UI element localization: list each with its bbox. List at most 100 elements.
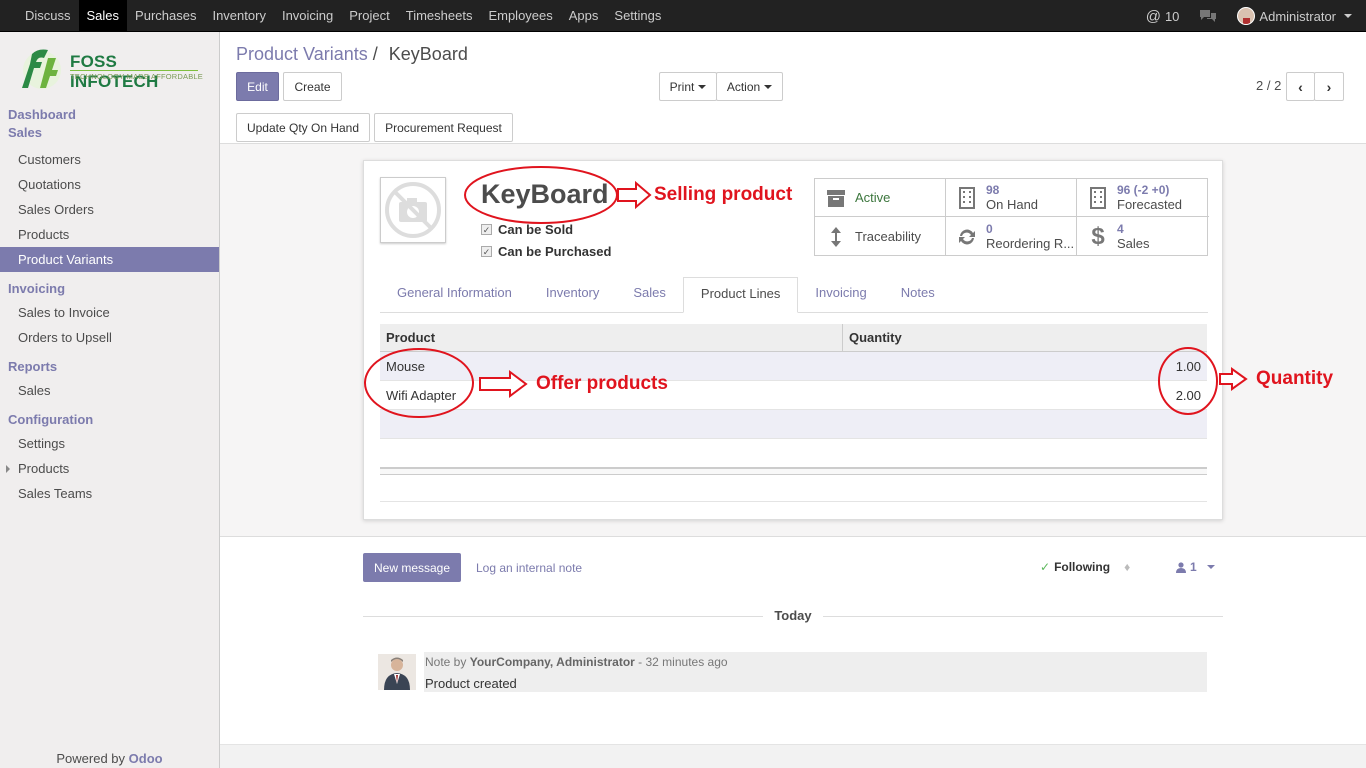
- sidebar-section-configuration: Configuration: [8, 412, 94, 427]
- pager-next-button[interactable]: ›: [1314, 72, 1344, 101]
- following-button[interactable]: ✓ Following ♦: [1040, 560, 1130, 574]
- forecasted-value: 96 (-2 +0): [1117, 182, 1170, 197]
- menu-project[interactable]: Project: [341, 0, 397, 32]
- pager-previous-button[interactable]: ‹: [1286, 72, 1315, 101]
- message-author[interactable]: YourCompany, Administrator: [470, 655, 635, 669]
- powered-by-brand[interactable]: Odoo: [129, 751, 163, 766]
- building-icon: [1090, 186, 1106, 209]
- message-time: - 32 minutes ago: [638, 655, 728, 669]
- reordering-value: 0: [986, 221, 993, 236]
- bell-icon[interactable]: ♦: [1124, 560, 1130, 574]
- message-prefix: Note by: [425, 655, 467, 669]
- sidebar-item-settings[interactable]: Settings: [0, 431, 219, 456]
- menu-discuss[interactable]: Discuss: [0, 0, 79, 32]
- menu-inventory[interactable]: Inventory: [204, 0, 273, 32]
- no-image-camera-icon: [385, 182, 441, 238]
- can-be-sold-label: Can be Sold: [498, 222, 574, 237]
- sidebar-section-sales: Sales: [8, 125, 42, 140]
- update-qty-button[interactable]: Update Qty On Hand: [236, 113, 370, 142]
- author-avatar[interactable]: [378, 654, 416, 690]
- mentions-button[interactable]: @ 10: [1136, 8, 1190, 25]
- traceability-button[interactable]: Traceability: [815, 217, 946, 256]
- reordering-rules-button[interactable]: 0 Reordering R...: [946, 217, 1077, 256]
- breadcrumb-parent[interactable]: Product Variants: [236, 44, 368, 64]
- chatter-divider: [220, 536, 1366, 537]
- user-name: Administrator: [1259, 8, 1336, 24]
- sidebar-section-invoicing: Invoicing: [8, 281, 66, 296]
- column-product[interactable]: Product: [380, 324, 843, 351]
- product-image[interactable]: [380, 177, 446, 243]
- table-empty-row: [380, 410, 1207, 439]
- tab-product-lines[interactable]: Product Lines: [682, 277, 799, 313]
- edit-button[interactable]: Edit: [236, 72, 279, 101]
- on-hand-value: 98: [986, 182, 1000, 197]
- procurement-request-button[interactable]: Procurement Request: [374, 113, 513, 142]
- log-note-link[interactable]: Log an internal note: [476, 561, 582, 575]
- tab-sales[interactable]: Sales: [616, 277, 683, 313]
- sidebar-item-sales-to-invoice[interactable]: Sales to Invoice: [0, 300, 219, 325]
- sidebar-item-orders-to-upsell[interactable]: Orders to Upsell: [0, 325, 219, 350]
- form-tabs: General Information Inventory Sales Prod…: [380, 277, 1208, 313]
- sidebar-item-quotations[interactable]: Quotations: [0, 172, 219, 197]
- sidebar-item-reports-sales[interactable]: Sales: [0, 378, 219, 403]
- user-icon: [1176, 561, 1186, 573]
- can-be-purchased-label: Can be Purchased: [498, 244, 612, 259]
- page-bottom-strip: [220, 744, 1366, 768]
- print-dropdown[interactable]: Print: [659, 72, 717, 101]
- check-icon: ✓: [1040, 560, 1051, 574]
- product-lines-table: Product Quantity Mouse 1.00 Wifi Adapter…: [380, 324, 1207, 502]
- person-portrait-icon: [378, 654, 416, 690]
- sidebar-dashboard[interactable]: Dashboard: [0, 106, 219, 124]
- sales-button[interactable]: $ 4 Sales: [1077, 217, 1209, 256]
- menu-purchases[interactable]: Purchases: [127, 0, 204, 32]
- menu-apps[interactable]: Apps: [561, 0, 607, 32]
- tab-inventory[interactable]: Inventory: [529, 277, 616, 313]
- menu-timesheets[interactable]: Timesheets: [398, 0, 481, 32]
- table-row[interactable]: Mouse 1.00: [380, 352, 1207, 381]
- sidebar-item-config-products-label: Products: [18, 461, 70, 476]
- archive-icon: [827, 189, 845, 207]
- traceability-label: Traceability: [855, 229, 921, 244]
- annotation-offer-products: Offer products: [536, 373, 668, 394]
- create-button[interactable]: Create: [283, 72, 342, 101]
- column-quantity[interactable]: Quantity: [843, 324, 902, 351]
- sidebar-item-sales-teams[interactable]: Sales Teams: [0, 481, 219, 506]
- menu-invoicing[interactable]: Invoicing: [274, 0, 341, 32]
- new-message-button[interactable]: New message: [363, 553, 461, 582]
- user-menu[interactable]: Administrator: [1227, 7, 1366, 25]
- followers-dropdown[interactable]: 1: [1176, 560, 1215, 574]
- sidebar-item-sales-orders[interactable]: Sales Orders: [0, 197, 219, 222]
- active-button[interactable]: Active: [815, 179, 946, 217]
- breadcrumb-separator: /: [372, 44, 378, 64]
- sidebar-item-product-variants[interactable]: Product Variants: [0, 247, 219, 272]
- action-label: Action: [726, 79, 761, 94]
- message-meta: Note by YourCompany, Administrator - 32 …: [425, 655, 728, 669]
- sidebar-item-products[interactable]: Products: [0, 222, 219, 247]
- tab-invoicing[interactable]: Invoicing: [798, 277, 883, 313]
- tab-general-information[interactable]: General Information: [380, 277, 529, 313]
- can-be-purchased-checkbox[interactable]: ✓ Can be Purchased: [481, 244, 611, 259]
- dollar-icon: $: [1091, 222, 1105, 250]
- followers-count: 1: [1190, 560, 1197, 574]
- breadcrumb-current: KeyBoard: [388, 44, 468, 64]
- forecasted-button[interactable]: 96 (-2 +0) Forecasted: [1077, 179, 1209, 217]
- print-label: Print: [669, 79, 695, 94]
- table-row[interactable]: Wifi Adapter 2.00: [380, 381, 1207, 410]
- table-footer: [380, 467, 1207, 475]
- can-be-sold-checkbox[interactable]: ✓ Can be Sold: [481, 222, 573, 237]
- chat-button[interactable]: [1189, 9, 1227, 23]
- menu-employees[interactable]: Employees: [480, 0, 560, 32]
- table-header: Product Quantity: [380, 324, 1207, 352]
- on-hand-button[interactable]: 98 On Hand: [946, 179, 1077, 217]
- pager-value[interactable]: 2 / 2: [1256, 78, 1281, 93]
- tab-notes[interactable]: Notes: [884, 277, 952, 313]
- mentions-count: 10: [1164, 8, 1180, 24]
- action-dropdown[interactable]: Action: [716, 72, 783, 101]
- annotation-quantity: Quantity: [1256, 368, 1334, 389]
- sidebar-item-customers[interactable]: Customers: [0, 147, 219, 172]
- sidebar: FOSS INFOTECH TECHNOLOGY MADE AFFORDABLE…: [0, 32, 220, 768]
- menu-sales[interactable]: Sales: [78, 0, 128, 32]
- menu-settings[interactable]: Settings: [606, 0, 669, 32]
- company-logo[interactable]: FOSS INFOTECH TECHNOLOGY MADE AFFORDABLE: [18, 44, 203, 94]
- sidebar-item-config-products[interactable]: Products: [0, 456, 219, 481]
